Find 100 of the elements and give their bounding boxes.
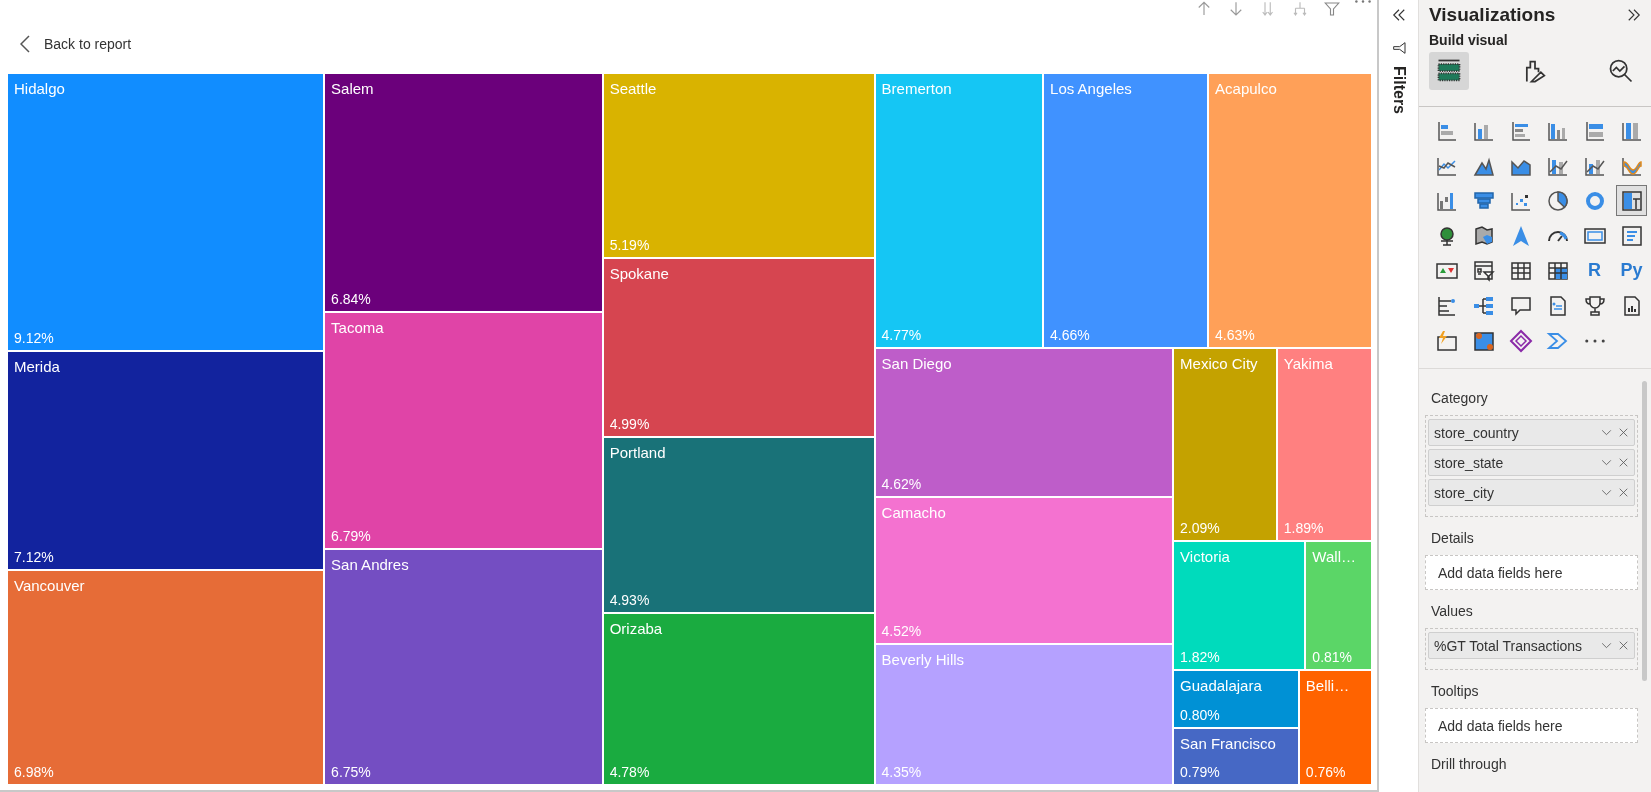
tile-label: Wall… bbox=[1312, 548, 1357, 566]
tile-label: Hidalgo bbox=[14, 80, 66, 97]
treemap-tile[interactable]: Seattle 5.19% bbox=[603, 74, 874, 258]
filter-icon bbox=[1390, 40, 1407, 56]
tile-value: 4.62% bbox=[881, 476, 923, 493]
tile-label: Portland bbox=[609, 443, 667, 461]
slicer-icon bbox=[1471, 258, 1496, 283]
drop-field[interactable]: Add data fields here bbox=[1425, 708, 1638, 743]
close-icon[interactable] bbox=[1617, 426, 1630, 439]
field-name: store_country bbox=[1434, 424, 1519, 441]
field-name: store_state bbox=[1434, 454, 1504, 471]
treemap-tile[interactable]: Mexico City 2.09% bbox=[1174, 348, 1276, 541]
more-icon bbox=[1584, 338, 1605, 343]
treemap-tile[interactable]: San Andres 6.75% bbox=[325, 550, 602, 784]
treemap-tile[interactable]: Acapulco 4.63% bbox=[1209, 74, 1371, 347]
pane-subtitle: Build visual bbox=[1428, 31, 1509, 50]
trophy-icon bbox=[1582, 293, 1607, 318]
well-title: Drill through bbox=[1430, 755, 1508, 774]
tile-label: Merida bbox=[14, 357, 61, 375]
visual-type-button[interactable] bbox=[1616, 185, 1647, 216]
treemap-tile[interactable]: Camacho 4.52% bbox=[875, 498, 1173, 643]
field-chip[interactable]: %GT Total Transactions bbox=[1428, 632, 1635, 659]
tile-label: Beverly Hills bbox=[881, 650, 966, 668]
tile-value: 4.93% bbox=[609, 592, 651, 609]
tile-value: 0.81% bbox=[1312, 648, 1354, 665]
treemap-tile[interactable]: Bremerton 4.77% bbox=[875, 74, 1043, 347]
treemap-tile[interactable]: Los Angeles 4.66% bbox=[1044, 74, 1208, 347]
tile-label: Spokane bbox=[609, 265, 670, 283]
treemap-tile[interactable]: Portland 4.93% bbox=[603, 437, 874, 613]
treemap-tile[interactable]: Salem 6.84% bbox=[325, 74, 602, 311]
build-tab[interactable] bbox=[1429, 52, 1469, 90]
treemap-tile[interactable]: Vancouver 6.98% bbox=[8, 570, 324, 784]
tile-value: 6.75% bbox=[331, 764, 372, 780]
tile-label: Los Angeles bbox=[1050, 80, 1133, 97]
tile-value: 6.84% bbox=[331, 290, 372, 307]
chevron-left-icon bbox=[20, 35, 30, 53]
treemap-tile[interactable]: Guadalajara 0.80% bbox=[1174, 670, 1298, 727]
drop-field[interactable]: Add data fields here bbox=[1425, 555, 1638, 590]
treemap-tile[interactable]: Tacoma 6.79% bbox=[325, 312, 602, 549]
tile-label: Orizaba bbox=[609, 620, 664, 638]
tile-value: 4.77% bbox=[881, 326, 923, 343]
scrollbar[interactable] bbox=[1642, 381, 1647, 681]
tile-label: San Francisco bbox=[1180, 734, 1277, 752]
treemap-tile[interactable]: Yakima 1.89% bbox=[1277, 348, 1371, 541]
treemap-tile[interactable]: San Francisco 0.79% bbox=[1174, 728, 1298, 784]
lightning-card-icon bbox=[1434, 328, 1459, 353]
tile-value: 6.79% bbox=[331, 528, 372, 545]
tile-label: San Diego bbox=[881, 354, 953, 372]
well-title: Values bbox=[1430, 602, 1474, 621]
field-well[interactable]: %GT Total Transactions bbox=[1425, 628, 1638, 670]
filter-icon[interactable] bbox=[1323, 0, 1341, 18]
magnifier-chart-icon bbox=[1607, 57, 1635, 85]
field-well[interactable]: store_country store_state store_city bbox=[1425, 415, 1638, 517]
pie-chart-icon bbox=[1545, 188, 1570, 213]
tile-value: 0.80% bbox=[1180, 706, 1221, 723]
close-icon[interactable] bbox=[1617, 456, 1630, 469]
tile-value: 4.99% bbox=[609, 415, 651, 432]
treemap-tile[interactable]: Orizaba 4.78% bbox=[603, 614, 874, 784]
treemap-tile[interactable]: Belli… 0.76% bbox=[1299, 670, 1371, 784]
tile-value: 7.12% bbox=[14, 548, 55, 565]
field-chip[interactable]: store_country bbox=[1428, 419, 1635, 446]
well-title: Details bbox=[1430, 529, 1475, 548]
visual-type-button[interactable]: R bbox=[1579, 255, 1610, 286]
tile-label: Mexico City bbox=[1180, 354, 1259, 372]
tile-label: Belli… bbox=[1305, 676, 1351, 694]
tile-value: 4.63% bbox=[1215, 326, 1256, 343]
field-chip[interactable]: store_city bbox=[1428, 479, 1635, 506]
tile-value: 4.35% bbox=[881, 764, 923, 780]
list-icon bbox=[1619, 223, 1644, 248]
more-icon[interactable] bbox=[1355, 0, 1371, 3]
tile-value: 4.66% bbox=[1050, 326, 1091, 343]
field-chip[interactable]: store_state bbox=[1428, 449, 1635, 476]
back-link[interactable]: Back to report bbox=[20, 35, 132, 53]
tile-label: Acapulco bbox=[1215, 80, 1278, 97]
tile-value: 0.76% bbox=[1305, 764, 1347, 780]
close-icon[interactable] bbox=[1617, 639, 1630, 652]
tile-value: 1.82% bbox=[1180, 648, 1221, 665]
treemap-tile[interactable]: Merida 7.12% bbox=[8, 351, 324, 569]
tile-label: Camacho bbox=[881, 504, 947, 522]
treemap-tile[interactable]: Beverly Hills 4.35% bbox=[875, 644, 1173, 784]
tile-value: 1.89% bbox=[1283, 520, 1325, 537]
well-title: Category bbox=[1430, 389, 1489, 408]
treemap-icon bbox=[1619, 188, 1644, 213]
tile-label: Bremerton bbox=[881, 80, 953, 97]
tile-label: San Andres bbox=[331, 556, 410, 574]
field-name: %GT Total Transactions bbox=[1434, 637, 1583, 654]
close-icon[interactable] bbox=[1617, 486, 1630, 499]
tile-label: Guadalajara bbox=[1180, 676, 1263, 694]
treemap-tile[interactable]: San Diego 4.62% bbox=[875, 348, 1173, 497]
diamond-icon bbox=[1508, 328, 1533, 353]
treemap-tile[interactable]: Hidalgo 9.12% bbox=[8, 74, 324, 350]
tile-label: Tacoma bbox=[331, 318, 385, 336]
pane-title: Visualizations bbox=[1429, 4, 1556, 26]
treemap-tile[interactable]: Spokane 4.99% bbox=[603, 259, 874, 436]
filters-pane-label[interactable]: Filters bbox=[1389, 66, 1408, 114]
tile-value: 2.09% bbox=[1180, 520, 1221, 537]
well-title: Tooltips bbox=[1430, 682, 1480, 701]
visual-type-button[interactable]: Py bbox=[1616, 255, 1647, 286]
tile-value: 9.12% bbox=[14, 329, 55, 346]
tile-value: 5.19% bbox=[609, 237, 651, 254]
